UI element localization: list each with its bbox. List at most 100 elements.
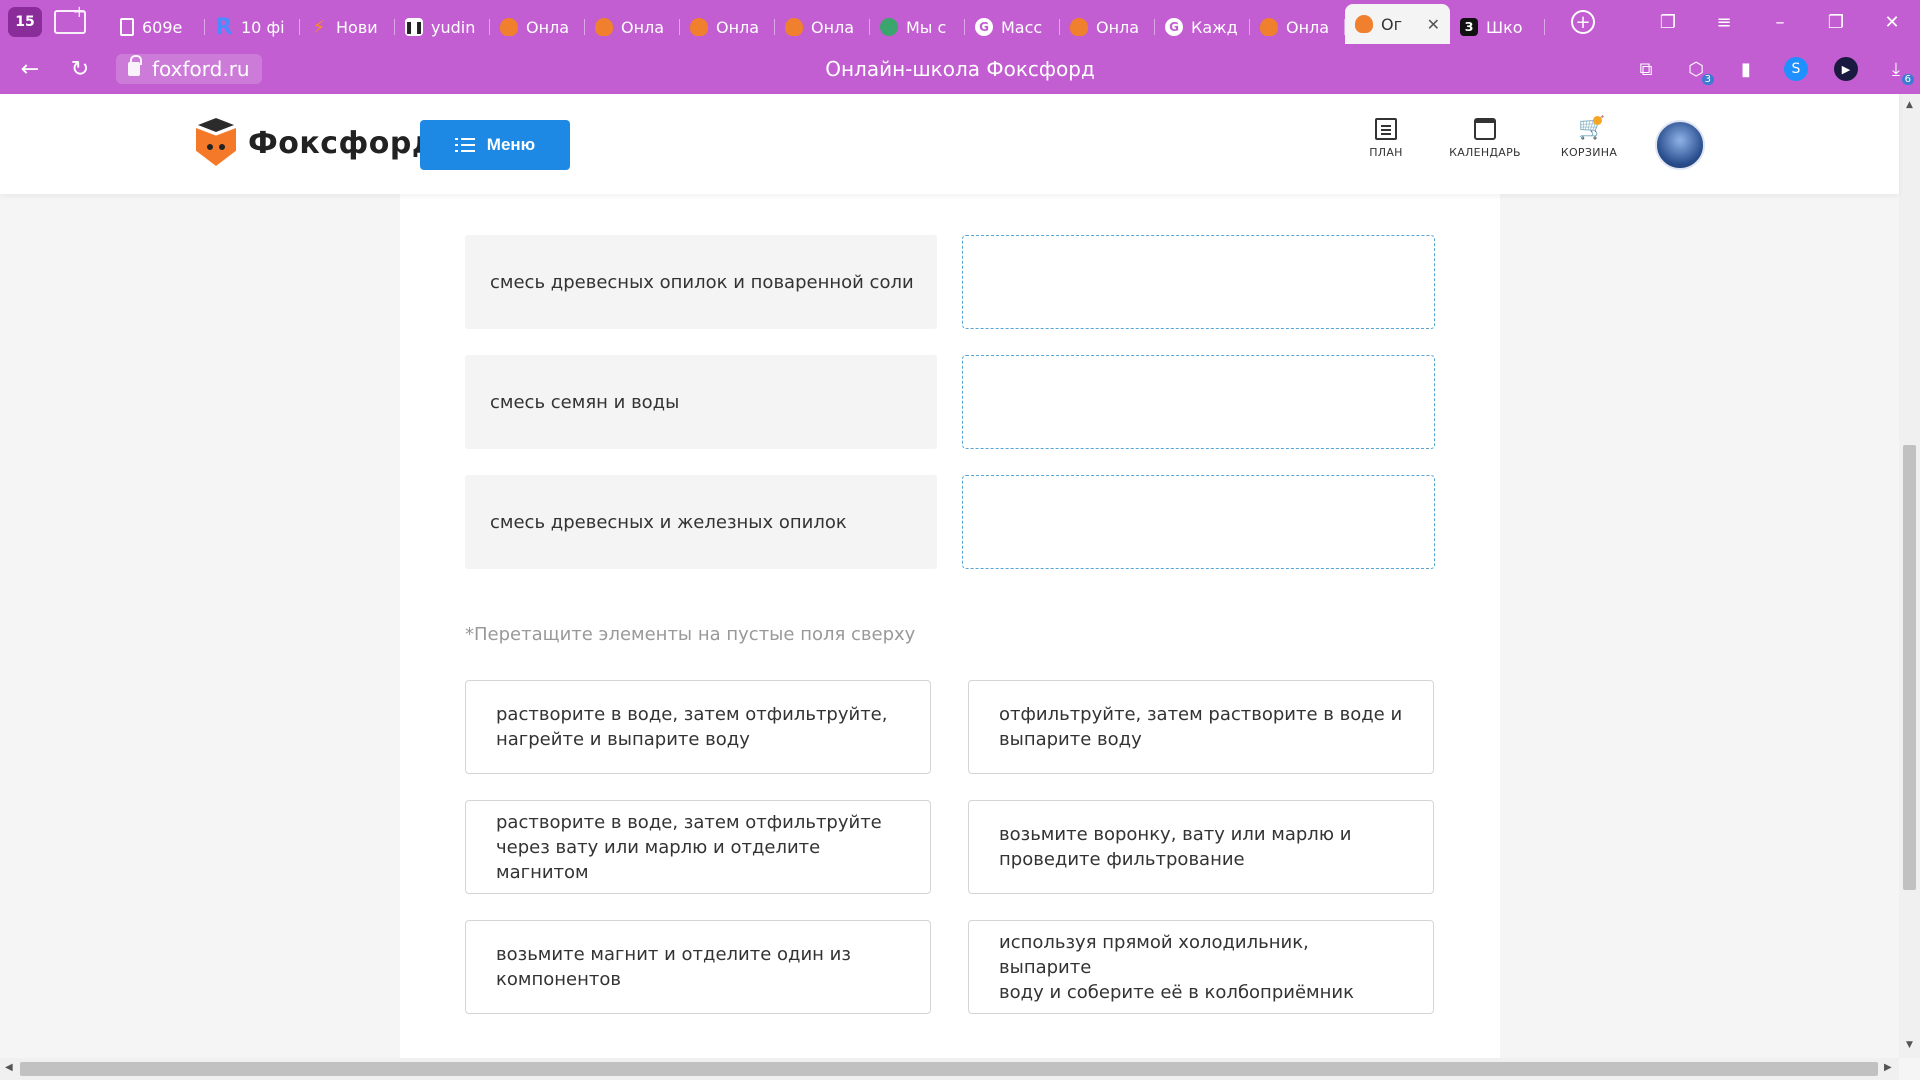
pause-icon: ❚❚ (403, 18, 425, 36)
fox-icon (1260, 18, 1278, 36)
bolt-icon: ⚡ (312, 16, 326, 38)
tab-label: Онла (1286, 17, 1330, 37)
tab-label: Онла (811, 17, 855, 37)
tab-label: 10 фі (241, 17, 285, 37)
logo-text: Фоксфорд (248, 125, 437, 161)
globe-icon (880, 18, 898, 36)
browser-tab[interactable]: G Кажд (1155, 10, 1250, 44)
new-tab-button[interactable]: + (1571, 10, 1595, 34)
header-link-plan[interactable]: ПЛАН (1350, 118, 1422, 159)
menu-button[interactable]: Меню (420, 120, 570, 170)
url-field[interactable]: foxford.ru (116, 54, 262, 84)
draggable-choice[interactable]: используя прямой холодильник, выпарите во… (968, 920, 1434, 1014)
tabs-overview-icon[interactable]: ❐ (1640, 12, 1696, 33)
tab-label: Онла (716, 17, 760, 37)
header-link-label: ПЛАН (1369, 146, 1403, 159)
browser-tab[interactable]: Онла (680, 10, 775, 44)
tab-label: Нови (336, 17, 378, 37)
browser-tab[interactable]: Онла (585, 10, 680, 44)
close-window-button[interactable]: ✕ (1864, 12, 1920, 33)
browser-tab[interactable]: 609e (110, 10, 205, 44)
browser-tab[interactable]: G Масс (965, 10, 1060, 44)
match-row: смесь семян и воды (465, 355, 1435, 449)
browser-tab[interactable]: Онла (775, 10, 870, 44)
browser-tab[interactable]: З Шко (1450, 10, 1545, 44)
scroll-right-arrow-icon[interactable]: ▶ (1884, 1062, 1892, 1073)
menu-label: Меню (486, 135, 536, 154)
browser-tab[interactable]: R 10 фі (205, 10, 300, 44)
doc-icon (120, 18, 134, 36)
header-link-cart[interactable]: 🛒 КОРЗИНА (1548, 116, 1630, 159)
player-icon[interactable]: ▶ (1834, 57, 1858, 81)
drop-zone[interactable] (962, 235, 1435, 329)
tab-label: 609e (142, 17, 183, 37)
tab-close-icon[interactable]: ✕ (1427, 15, 1440, 34)
browser-menu-icon[interactable]: ≡ (1696, 12, 1752, 33)
cart-icon: 🛒 (1578, 116, 1606, 141)
g-icon: G (975, 18, 993, 36)
minimize-button[interactable]: – (1752, 12, 1808, 33)
tab-label: Онла (526, 17, 570, 37)
match-row: смесь древесных и железных опилок (465, 475, 1435, 569)
horizontal-scroll-thumb[interactable] (20, 1062, 1878, 1076)
scroll-down-arrow-icon[interactable]: ▼ (1899, 1040, 1920, 1050)
list-icon (454, 138, 475, 152)
browser-tab-active[interactable]: Ог ✕ (1345, 4, 1450, 44)
scroll-left-arrow-icon[interactable]: ◀ (5, 1062, 13, 1073)
avatar[interactable] (1655, 120, 1705, 170)
fox-logo-icon (194, 118, 238, 168)
plan-icon (1375, 118, 1397, 140)
draggable-choice[interactable]: возьмите воронку, вату или марлю и провед… (968, 800, 1434, 894)
vertical-scroll-thumb[interactable] (1903, 445, 1916, 890)
z-icon: З (1460, 18, 1478, 36)
header-link-calendar[interactable]: КАЛЕНДАРЬ (1432, 118, 1538, 159)
tab-label: Онла (621, 17, 665, 37)
browser-tab-bar: 15 609e R 10 фі ⚡ Нови ❚❚ yudin Онла Онла Онла Онл… (0, 0, 1920, 44)
url-text: foxford.ru (152, 57, 250, 81)
browser-tab[interactable]: ⚡ Нови (300, 10, 395, 44)
tab-label: Шко (1486, 17, 1523, 37)
header-link-label: КАЛЕНДАРЬ (1449, 146, 1521, 159)
tab-label: Масс (1001, 17, 1043, 37)
r-icon: R (215, 14, 233, 40)
browser-tab[interactable]: Онла (490, 10, 585, 44)
fox-icon (595, 18, 613, 36)
header-link-label: КОРЗИНА (1560, 146, 1618, 159)
tab-label: Онла (1096, 17, 1140, 37)
tab-counter[interactable]: 15 (8, 7, 42, 37)
drag-hint: *Перетащите элементы на пустые поля свер… (465, 624, 916, 645)
draggable-choice[interactable]: растворите в воде, затем отфильтруйте, на… (465, 680, 931, 774)
bookmark-icon[interactable]: ▮ (1734, 57, 1758, 81)
scroll-up-arrow-icon[interactable]: ▲ (1899, 100, 1920, 110)
lock-icon (128, 55, 142, 76)
fox-icon (1355, 15, 1373, 33)
browser-tab[interactable]: Онла (1250, 10, 1345, 44)
site-header: Фоксфорд Меню ПЛАН КАЛЕНДАРЬ 🛒 КОРЗИНА (0, 94, 1899, 194)
page-title: Онлайн-школа Фоксфорд (825, 57, 1095, 81)
extension-icon[interactable]: ⬡ 3 (1684, 57, 1714, 85)
fox-icon (690, 18, 708, 36)
draggable-choice[interactable]: возьмите магнит и отделите один из компон… (465, 920, 931, 1014)
back-icon[interactable]: ← (10, 57, 50, 82)
downloads-icon[interactable]: ⤓ 6 (1884, 57, 1914, 85)
mixture-term: смесь древесных опилок и поваренной соли (465, 235, 937, 329)
open-external-icon[interactable]: ⧉ (1634, 57, 1658, 81)
shazam-icon[interactable]: S (1784, 57, 1808, 81)
site-logo[interactable]: Фоксфорд (194, 118, 437, 168)
address-bar: ← ↻ foxford.ru Онлайн-школа Фоксфорд ⧉ ⬡… (0, 44, 1920, 94)
browser-tab[interactable]: ❚❚ yudin (395, 10, 490, 44)
tab-label: Мы с (906, 17, 947, 37)
g-icon: G (1165, 18, 1183, 36)
drop-zone[interactable] (962, 355, 1435, 449)
tab-groups-icon[interactable] (54, 2, 86, 34)
reload-icon[interactable]: ↻ (60, 57, 100, 82)
browser-tab[interactable]: Онла (1060, 10, 1155, 44)
tab-label: Кажд (1191, 17, 1238, 37)
tab-label: yudin (431, 17, 476, 37)
match-row: смесь древесных опилок и поваренной соли (465, 235, 1435, 329)
drop-zone[interactable] (962, 475, 1435, 569)
draggable-choice[interactable]: отфильтруйте, затем растворите в воде ив… (968, 680, 1434, 774)
browser-tab[interactable]: Мы с (870, 10, 965, 44)
restore-button[interactable]: ❐ (1808, 12, 1864, 33)
draggable-choice[interactable]: растворите в воде, затем отфильтруйте чер… (465, 800, 931, 894)
